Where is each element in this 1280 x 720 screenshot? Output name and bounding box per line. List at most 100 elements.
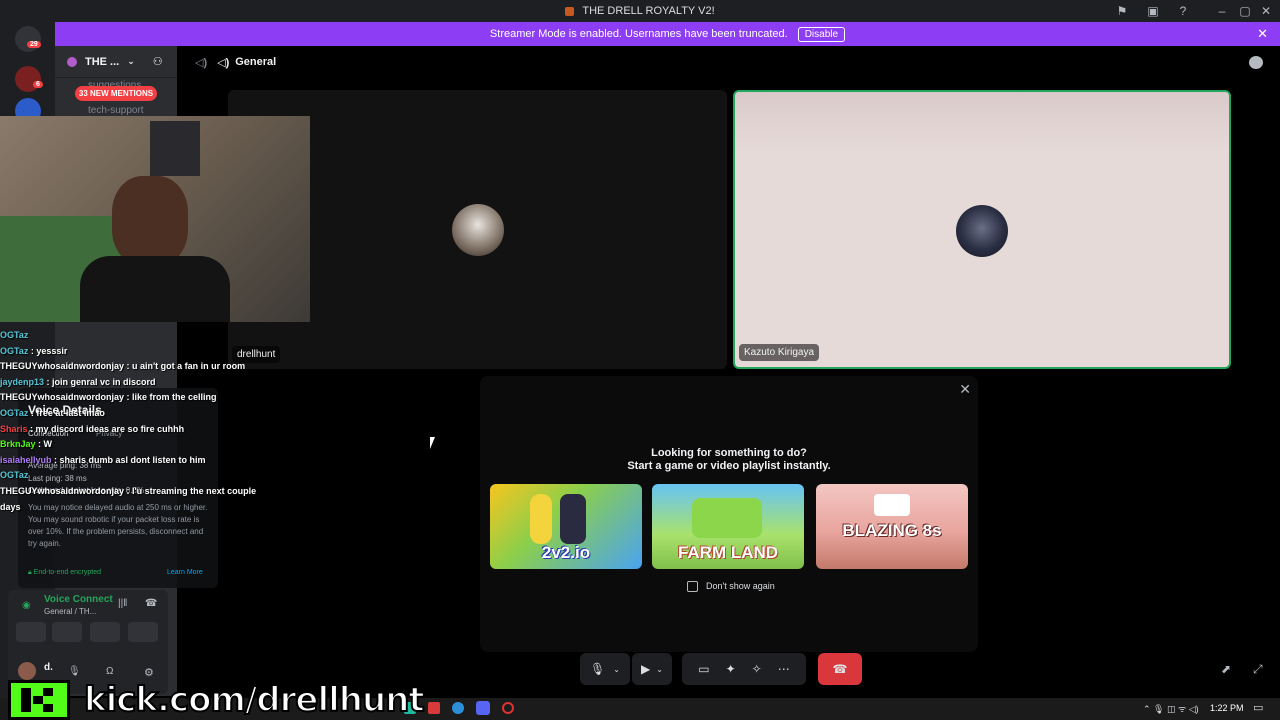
popout-icon[interactable]: ⬈ <box>1221 662 1231 676</box>
camera-button[interactable]: ▶ ⌄ <box>632 653 672 685</box>
game-card[interactable]: FARM LAND <box>652 484 804 569</box>
microphone-button[interactable]: 🎙 ⌄ <box>580 653 630 685</box>
maximize-icon[interactable]: ▢ <box>1237 3 1253 19</box>
speaker-icon: ◁) <box>195 56 208 69</box>
chat-username[interactable]: isaiahellyub <box>0 455 52 465</box>
chevron-down-icon: ⌄ <box>613 664 620 674</box>
action-group: ▭ ✦ ✧ ⋯ <box>682 653 806 685</box>
chat-separator: : <box>124 361 133 372</box>
server-name: THE ... <box>85 55 120 68</box>
tray-icons[interactable]: ⌃ 🎙 ◫ ᯤ ◁) <box>1143 702 1199 715</box>
chat-separator: : <box>51 454 60 465</box>
chat-icon[interactable] <box>1249 56 1263 69</box>
add-member-icon[interactable]: ⚇ <box>153 55 163 68</box>
game-title: BLAZING 8s <box>842 521 942 540</box>
chat-username[interactable]: OGTaz <box>0 330 28 340</box>
opera-icon[interactable] <box>502 702 514 714</box>
screen-share-button[interactable] <box>52 622 82 642</box>
chat-message: days <box>0 500 320 516</box>
logo-stroke <box>43 704 53 712</box>
inbox-icon[interactable]: ⚑ <box>1114 3 1130 19</box>
chat-username[interactable]: THEGUYwhosaidnwordonjay <box>0 486 124 496</box>
voice-user-panel: ◉ Voice Connect General / TH... ||‖ ☎ d.… <box>8 590 168 694</box>
learn-more-link[interactable]: Learn More <box>167 569 203 576</box>
notification-icon[interactable]: ▭ <box>1253 701 1263 714</box>
activity-heading: Looking for something to do? <box>651 447 807 459</box>
game-title: 2v2.io <box>541 543 591 562</box>
minimize-icon[interactable]: – <box>1214 3 1230 19</box>
disconnect-button[interactable]: ☎ <box>818 653 862 685</box>
disconnect-icon[interactable]: ☎ <box>145 598 157 609</box>
stream-chat: OGTaz OGTaz : yesssir THEGUYwhosaidnwordon… <box>0 328 320 518</box>
chat-message: OGTaz <box>0 468 320 484</box>
game-card[interactable]: 2v2.io <box>490 484 642 569</box>
title-bar: THE DRELL ROYALTY V2! ⚑ ▣ ? – ▢ ✕ <box>0 0 1280 22</box>
app-icon <box>565 6 575 16</box>
chat-message: OGTaz : yesssir <box>0 344 320 360</box>
home-button[interactable] <box>15 26 41 52</box>
channel-header: ◁) ◁) General <box>177 46 1280 78</box>
chat-username[interactable]: BrknJay <box>0 439 36 449</box>
app-icon[interactable] <box>428 702 440 714</box>
gear-icon[interactable]: ⚙ <box>144 666 154 679</box>
microphone-icon[interactable]: 🎙 <box>68 666 81 677</box>
chat-username[interactable]: OGTaz <box>0 470 28 480</box>
disable-button[interactable]: Disable <box>797 26 846 42</box>
clock[interactable]: 1:22 PM <box>1210 703 1244 713</box>
channel-name: General <box>235 56 277 68</box>
close-icon[interactable]: ✕ <box>1257 26 1268 42</box>
close-icon[interactable]: ✕ <box>959 381 971 398</box>
voice-status[interactable]: Voice Connect <box>44 594 113 605</box>
server-header[interactable]: THE ... ⌄ ⚇ <box>55 46 177 78</box>
chevron-down-icon: ⌄ <box>656 664 663 674</box>
chat-text: u ain't got a fan in ur room <box>132 361 246 372</box>
streamer-head <box>112 176 188 266</box>
chat-username[interactable]: THEGUYwhosaidnwordonjay <box>0 361 124 371</box>
kick-overlay: kick.com/drellhunt <box>8 679 426 720</box>
video-toggle-button[interactable] <box>16 622 46 642</box>
discord-icon[interactable] <box>476 701 490 715</box>
logo-stroke <box>21 688 31 712</box>
server-icon[interactable] <box>15 66 41 92</box>
cards-art <box>874 494 910 516</box>
logo-stroke <box>43 688 53 696</box>
unread-badge: 6 <box>33 81 43 88</box>
stage-icon[interactable]: ▣ <box>1145 3 1161 19</box>
webcam-overlay <box>0 116 310 322</box>
signal-icon: ◉ <box>22 600 31 611</box>
chat-username[interactable]: jaydenp13 <box>0 377 44 387</box>
more-icon[interactable]: ⋯ <box>778 662 790 676</box>
activities-icon[interactable]: ✦ <box>726 662 736 676</box>
game-card[interactable]: BLAZING 8s <box>816 484 968 569</box>
video-tile-speaking[interactable]: Kazuto Kirigaya <box>733 90 1231 369</box>
close-window-icon[interactable]: ✕ <box>1258 3 1274 19</box>
soundboard-icon[interactable]: ✧ <box>752 662 762 676</box>
chat-username[interactable]: Sharis <box>0 424 28 434</box>
dont-show-checkbox[interactable] <box>687 581 698 592</box>
camera-off-icon: ▶ <box>641 662 651 676</box>
activity-panel: ✕ Looking for something to do? Start a g… <box>480 376 978 652</box>
streamer-shirt <box>80 256 230 322</box>
channel-item[interactable]: tech-support <box>88 105 144 116</box>
fullscreen-icon[interactable]: ⤢ <box>1253 662 1263 677</box>
avatar[interactable] <box>18 662 36 680</box>
headphones-icon[interactable]: Ω <box>106 666 113 677</box>
chat-username[interactable]: days <box>0 502 21 512</box>
chevron-down-icon: ⌄ <box>127 56 135 66</box>
avatar <box>956 205 1008 257</box>
chat-username[interactable]: OGTaz <box>0 346 28 356</box>
activities-button[interactable] <box>90 622 120 642</box>
dont-show-label: Don't show again <box>706 581 775 591</box>
soundboard-button[interactable] <box>128 622 158 642</box>
chat-separator: : <box>124 485 133 496</box>
new-mentions-pill[interactable]: 33 NEW MENTIONS <box>75 86 157 101</box>
screen-share-icon[interactable]: ▭ <box>698 662 709 676</box>
edge-icon[interactable] <box>452 702 464 714</box>
help-icon[interactable]: ? <box>1175 3 1191 19</box>
poster <box>150 121 200 176</box>
chat-username[interactable]: THEGUYwhosaidnwordonjay <box>0 392 124 402</box>
noise-suppression-icon[interactable]: ||‖ <box>118 598 127 609</box>
chat-separator: : <box>35 439 44 450</box>
chat-username[interactable]: OGTaz <box>0 408 28 418</box>
chat-text: W <box>43 439 53 450</box>
